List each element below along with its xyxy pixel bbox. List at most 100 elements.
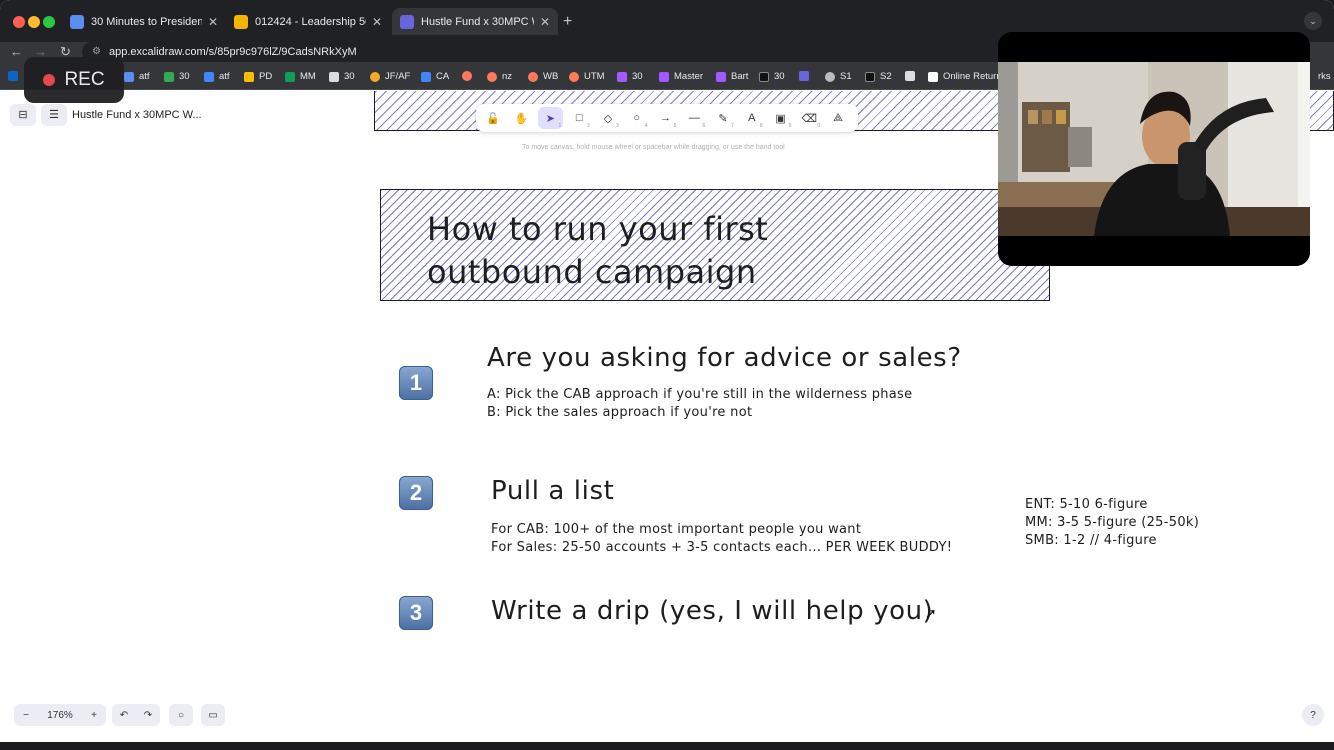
comment-icon[interactable]: ○ xyxy=(169,704,193,726)
tab-search-icon[interactable]: ⌄ xyxy=(1304,12,1322,30)
segment-note-mm[interactable]: MM: 3-5 5-figure (25-50k) xyxy=(1025,514,1199,532)
step-1-heading[interactable]: Are you asking for advice or sales? xyxy=(487,343,962,373)
step-2-line-cab[interactable]: For CAB: 100+ of the most important peop… xyxy=(491,521,861,539)
record-dot-icon xyxy=(43,74,56,86)
diamond-icon[interactable]: ◇ 3 xyxy=(595,107,621,130)
webcam-frame xyxy=(998,32,1310,266)
eraser-icon[interactable]: ⌫ 0 xyxy=(796,107,822,130)
step-1-line-a[interactable]: A: Pick the CAB approach if you're still… xyxy=(487,386,912,404)
zoom-level[interactable]: 176% xyxy=(38,710,82,721)
tab-favicon-icon xyxy=(70,14,84,29)
file-name[interactable]: Hustle Fund x 30MPC W... xyxy=(72,109,202,121)
bookmark-item[interactable]: PD xyxy=(244,71,272,82)
close-tab-icon[interactable]: ✕ xyxy=(540,15,550,29)
recording-indicator[interactable]: REC xyxy=(24,57,124,103)
segment-note-ent[interactable]: ENT: 5-10 6-figure xyxy=(1025,496,1148,514)
bookmark-item[interactable]: S1 xyxy=(825,71,852,82)
minimize-window-button[interactable] xyxy=(28,16,40,28)
presentation-icon[interactable]: ▭ xyxy=(201,704,225,726)
step-3-heading[interactable]: Write a drip (yes, I will help you) xyxy=(491,596,933,626)
slide-title: How to run your first outbound campaign xyxy=(427,210,769,291)
text-icon[interactable]: A8 xyxy=(739,107,765,129)
help-icon[interactable]: ? xyxy=(1302,704,1324,726)
doc-icon xyxy=(329,71,339,82)
tab-favicon-icon xyxy=(234,14,248,29)
bookmark-item[interactable]: 30 xyxy=(617,71,643,82)
bookmark-item[interactable]: S2 xyxy=(865,71,892,82)
bookmark-item[interactable]: WB xyxy=(528,71,558,82)
bookmark-item[interactable] xyxy=(462,71,477,81)
stack-icon xyxy=(905,71,915,81)
line-icon[interactable]: —6 xyxy=(681,107,707,129)
bookmark-item[interactable]: 30 xyxy=(759,71,785,82)
hand-icon[interactable]: ✋ xyxy=(509,107,535,129)
tab-3-active[interactable]: Hustle Fund x 30MPC Webinar ✕ xyxy=(392,8,558,35)
close-tab-icon[interactable]: ✕ xyxy=(372,15,382,29)
bookmark-item[interactable]: MM xyxy=(285,71,316,82)
bookmark-item[interactable]: JF/AF xyxy=(370,71,410,82)
new-tab-button[interactable]: + xyxy=(563,13,572,31)
bookmark-item[interactable]: atf xyxy=(204,71,230,82)
wave-icon xyxy=(759,71,769,82)
shape-toolbar: 🔓 ✋ ➤ 1 □ 2 ◇ 3 ○ 4 → 5 —6 ✎ 7 A8 ▣ 9 ⌫ 0 ⟁ xyxy=(476,104,858,132)
close-tab-icon[interactable]: ✕ xyxy=(208,15,218,29)
figma-icon xyxy=(617,71,627,82)
extra-tools-icon[interactable]: ⟁ xyxy=(825,107,851,129)
close-window-button[interactable] xyxy=(13,16,25,28)
bookmark-item[interactable]: Master xyxy=(659,71,703,82)
hubspot-icon xyxy=(569,71,579,82)
step-1-line-b[interactable]: B: Pick the sales approach if you're not xyxy=(487,404,752,422)
segment-note-smb[interactable]: SMB: 1-2 // 4-figure xyxy=(1025,532,1157,550)
zoom-in-button[interactable]: + xyxy=(82,710,106,721)
bookmark-item[interactable] xyxy=(8,71,23,81)
rectangle-icon[interactable]: □ 2 xyxy=(566,107,592,129)
tab-title: 012424 - Leadership 50 Cust xyxy=(255,15,366,28)
figma-icon xyxy=(659,71,669,82)
image-icon[interactable]: ▣ 9 xyxy=(768,107,794,130)
bookmark-item[interactable]: 30 xyxy=(329,71,355,82)
step-1-badge: 1 xyxy=(399,366,433,400)
bookmark-item[interactable]: Bart xyxy=(716,71,748,82)
library-toggle-icon[interactable]: ⊟ xyxy=(10,104,36,126)
lock-icon[interactable]: 🔓 xyxy=(480,107,506,129)
hubspot-icon xyxy=(487,71,497,82)
tab-1[interactable]: 30 Minutes to President's Club ✕ xyxy=(62,8,226,35)
mouse-cursor-icon: ➚ xyxy=(925,605,937,621)
tab-2[interactable]: 012424 - Leadership 50 Cust ✕ xyxy=(226,8,390,35)
zoom-controls: − 176% + xyxy=(14,704,106,726)
history-controls: ↶ ↷ xyxy=(112,704,160,726)
bookmark-item[interactable]: rks xyxy=(1318,71,1331,82)
title-hatched-rectangle[interactable]: How to run your first outbound campaign xyxy=(380,189,1050,301)
sheets-icon xyxy=(285,71,295,82)
bookmark-item[interactable]: Online Return xyxy=(928,71,1002,82)
step-2-heading[interactable]: Pull a list xyxy=(491,476,614,506)
bookmark-item[interactable] xyxy=(799,71,814,81)
address-bar[interactable]: ⚙ app.excalidraw.com/s/85pr9c976lZ/9Cads… xyxy=(82,42,1022,62)
hubspot-icon xyxy=(528,71,538,82)
bookmark-item[interactable]: 30 xyxy=(164,71,190,82)
drive-icon xyxy=(204,71,214,82)
step-3-badge: 3 xyxy=(399,596,433,630)
bookmark-item[interactable]: atf xyxy=(124,71,150,82)
selection-icon[interactable]: ➤ 1 xyxy=(537,107,564,129)
step-2-line-sales[interactable]: For Sales: 25-50 accounts + 3-5 contacts… xyxy=(491,539,952,557)
arrow-icon[interactable]: → 5 xyxy=(653,107,679,129)
undo-button[interactable]: ↶ xyxy=(112,710,136,721)
pencil-icon[interactable]: ✎ 7 xyxy=(710,107,736,130)
bookmark-item[interactable]: nz xyxy=(487,71,512,82)
excalidraw-icon xyxy=(799,71,809,81)
bookmark-item[interactable] xyxy=(905,71,920,81)
step-2-badge: 2 xyxy=(399,476,433,510)
ellipse-icon[interactable]: ○ 4 xyxy=(624,107,650,129)
browser-window: 30 Minutes to President's Club ✕ 012424 … xyxy=(0,0,1334,742)
bookmark-item[interactable]: UTM xyxy=(569,71,605,82)
webcam-video[interactable] xyxy=(998,32,1310,266)
bookmark-icon xyxy=(865,71,875,82)
main-menu-icon[interactable]: ☰ xyxy=(41,104,67,126)
maximize-window-button[interactable] xyxy=(43,16,55,28)
canvas-hint: To move canvas, hold mouse wheel or spac… xyxy=(522,144,785,151)
back-icon[interactable]: ← xyxy=(10,44,23,59)
bookmark-item[interactable]: CA xyxy=(421,71,449,82)
redo-button[interactable]: ↷ xyxy=(136,710,160,721)
zoom-out-button[interactable]: − xyxy=(14,710,38,721)
